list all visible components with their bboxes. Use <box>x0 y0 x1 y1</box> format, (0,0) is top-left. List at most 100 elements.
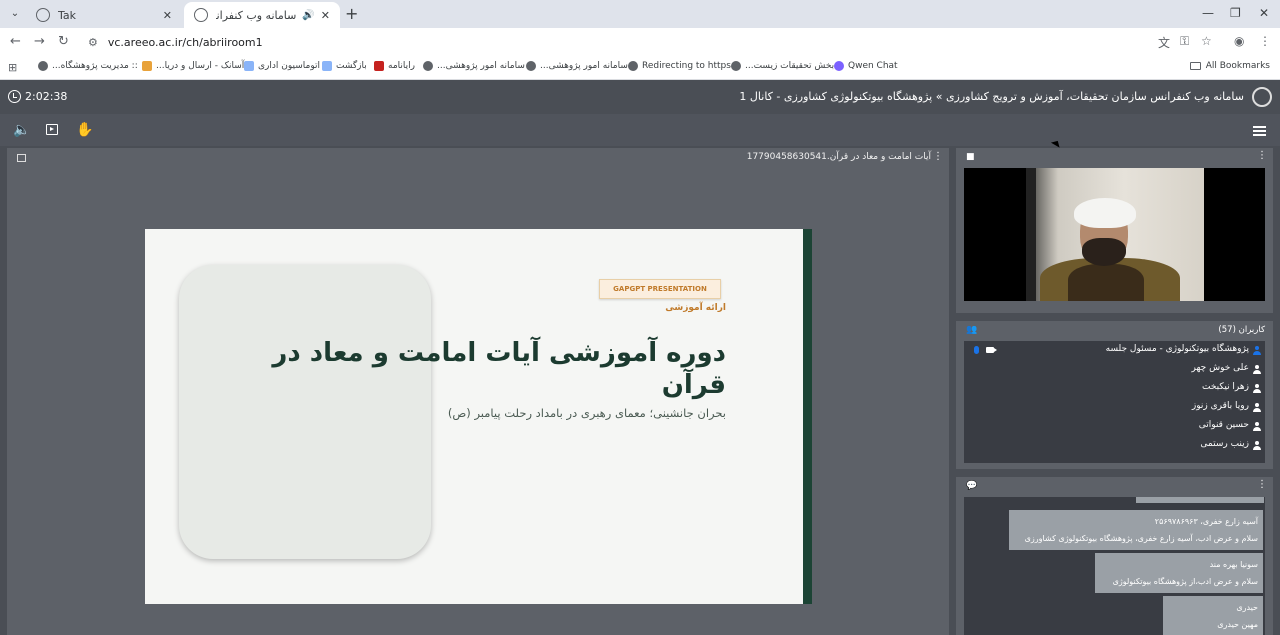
bookmark-star-icon[interactable]: ☆ <box>1201 34 1212 48</box>
forward-icon[interactable]: → <box>34 34 45 49</box>
bookmark-item[interactable]: اتوماسیون اداری <box>244 61 320 71</box>
presenter-user-icon <box>1253 346 1261 355</box>
user-item[interactable]: علی خوش چهر <box>964 360 1265 379</box>
user-icon <box>1253 384 1261 393</box>
password-key-icon[interactable]: ⚿ <box>1180 34 1189 49</box>
users-panel: 👥 کاربران (57) پژوهشگاه بیوتکنولوژی - مس… <box>956 321 1273 469</box>
chat-message: آسیه زارع خفری، ۲۵۶۹۷۸۶۹۶۳ سلام و عرض اد… <box>1009 510 1263 550</box>
user-icon <box>1253 365 1261 374</box>
user-item[interactable]: زهرا نیکبخت <box>964 379 1265 398</box>
reload-icon[interactable]: ↻ <box>58 34 69 49</box>
presenter-video[interactable] <box>964 168 1265 301</box>
new-tab-button[interactable]: + <box>345 4 358 23</box>
globe-icon <box>423 61 433 71</box>
user-name: پژوهشگاه بیوتکنولوژی - مسئول جلسه <box>1105 344 1249 354</box>
user-icon <box>1253 403 1261 412</box>
user-name: زهرا نیکبخت <box>1202 382 1249 392</box>
address-bar[interactable]: ⚙ vc.areeo.ac.ir/ch/abriiroom1 <box>80 31 1220 53</box>
panel-options-icon[interactable]: ⋮ <box>933 151 943 162</box>
microphone-icon[interactable] <box>974 346 979 354</box>
back-icon[interactable]: ← <box>10 34 21 49</box>
bookmark-item[interactable]: Redirecting to https... <box>628 61 740 71</box>
globe-icon <box>38 61 48 71</box>
menu-icon[interactable] <box>1253 126 1266 138</box>
audio-speaker-icon[interactable]: 🔈 <box>13 122 30 138</box>
bookmark-item[interactable]: آسانک - ارسال و دریا... <box>142 61 244 71</box>
translate-icon[interactable]: 文 <box>1158 34 1170 51</box>
bookmark-favicon-icon <box>374 61 384 71</box>
user-item[interactable]: زینب رستمی <box>964 436 1265 455</box>
bookmark-favicon-icon <box>322 61 332 71</box>
presentation-panel: آیات امامت و معاد در قرآن.17790458630541… <box>7 148 949 635</box>
folder-icon <box>1189 62 1201 70</box>
close-window-icon[interactable]: ✕ <box>1259 6 1269 20</box>
conference-header: 2:02:38 سامانه وب کنفرانس سازمان تحقیقات… <box>0 80 1280 114</box>
slide-accent-bar <box>803 229 812 604</box>
chat-sender: حیدری <box>1236 603 1258 612</box>
slide-image-card <box>179 265 431 559</box>
bookmark-favicon-icon <box>244 61 254 71</box>
tab-search-icon[interactable]: ⌄ <box>6 5 24 23</box>
conference-toolbar: 🔈 ✋ <box>0 114 1280 146</box>
more-menu-icon[interactable]: ⋮ <box>1259 34 1271 48</box>
camera-icon[interactable] <box>986 347 997 353</box>
chat-messages[interactable]: آسیه زارع خفری، ۲۵۶۹۷۸۶۹۶۳ سلام و عرض اد… <box>964 497 1265 635</box>
chat-message: سونیا بهره مند سلام و عرض ادب،از پژوهشگا… <box>1095 553 1263 593</box>
raise-hand-icon[interactable]: ✋ <box>76 122 93 138</box>
timer-text: 2:02:38 <box>25 90 68 103</box>
tab-title: Tak <box>58 8 77 22</box>
browser-tabstrip: ⌄ Tak ✕ سامانه وب کنفرانس سازمان 🔊 ✕ + —… <box>0 0 1280 28</box>
bookmark-item[interactable]: سامانه امور پژوهشی... <box>526 61 628 71</box>
slide-badge: GAPGPT PRESENTATION <box>599 279 721 299</box>
user-item[interactable]: رویا باقری زنوز <box>964 398 1265 417</box>
panel-options-icon[interactable]: ⋮ <box>1257 479 1267 490</box>
qwen-icon <box>834 61 844 71</box>
close-tab-icon[interactable]: ✕ <box>163 9 172 22</box>
all-bookmarks-button[interactable]: All Bookmarks <box>1189 61 1270 71</box>
organization-logo-icon <box>1252 87 1272 107</box>
restore-icon[interactable]: ❐ <box>1230 6 1241 20</box>
minimize-icon[interactable]: — <box>1202 6 1214 20</box>
tab-tak[interactable]: Tak ✕ <box>26 2 182 28</box>
presentation-file-name: آیات امامت و معاد در قرآن.17790458630541 <box>746 152 931 162</box>
clock-icon <box>8 90 21 103</box>
speaker-icon[interactable]: 🔊 <box>302 10 314 21</box>
chat-message-partial <box>1136 497 1264 503</box>
browser-toolbar: ← → ↻ ⚙ vc.areeo.ac.ir/ch/abriiroom1 文 ⚿… <box>0 28 1280 56</box>
presentation-slide: GAPGPT PRESENTATION ارائه آموزشی دوره آم… <box>145 229 812 604</box>
session-timer: 2:02:38 <box>8 90 67 103</box>
chat-sender: سونیا بهره مند <box>1209 560 1258 569</box>
chat-sender: آسیه زارع خفری، ۲۵۶۹۷۸۶۹۶۳ <box>1154 517 1258 526</box>
user-item[interactable]: پژوهشگاه بیوتکنولوژی - مسئول جلسه <box>964 341 1265 360</box>
minimize-panel-icon[interactable] <box>17 154 26 162</box>
chat-panel: 💬 ⋮ آسیه زارع خفری، ۲۵۶۹۷۸۶۹۶۳ سلام و عر… <box>956 477 1273 635</box>
user-name: رویا باقری زنوز <box>1191 401 1249 411</box>
slide-title: دوره آموزشی آیات امامت و معاد در قرآن <box>272 338 726 400</box>
site-info-icon[interactable]: ⚙ <box>88 36 98 49</box>
user-icon <box>1253 422 1261 431</box>
chat-icon: 💬 <box>966 481 978 491</box>
user-item[interactable]: حسین قنواتی <box>964 417 1265 436</box>
apps-grid-icon[interactable]: ⊞ <box>8 61 17 74</box>
bookmark-item[interactable]: بخش تحقیقات زیست... <box>731 61 834 71</box>
slide-subtitle: بحران جانشینی؛ معمای رهبری در بامداد رحل… <box>447 406 726 420</box>
bookmark-item[interactable]: بازگشت <box>322 61 367 71</box>
bookmarks-bar: ⊞ :: مدیریت پژوهشگاه... آسانک - ارسال و … <box>0 56 1280 80</box>
users-list[interactable]: پژوهشگاه بیوتکنولوژی - مسئول جلسه علی خو… <box>964 341 1265 463</box>
bookmark-item[interactable]: :: مدیریت پژوهشگاه... <box>38 61 138 71</box>
globe-icon <box>731 61 741 71</box>
chat-text: سلام و عرض ادب، آسیه زارع خفری، پژوهشگاه… <box>1024 534 1258 543</box>
close-tab-icon[interactable]: ✕ <box>321 9 330 22</box>
bookmark-favicon-icon <box>142 61 152 71</box>
globe-icon <box>628 61 638 71</box>
panel-header: 💬 ⋮ <box>956 477 1273 495</box>
user-name: زینب رستمی <box>1200 439 1249 449</box>
bookmark-item[interactable]: Qwen Chat <box>834 61 898 71</box>
panel-options-icon[interactable]: ⋮ <box>1257 150 1267 161</box>
chat-text: سلام و عرض ادب،از پژوهشگاه بیوتکنولوژی <box>1112 577 1258 586</box>
tab-conference[interactable]: سامانه وب کنفرانس سازمان 🔊 ✕ <box>184 2 340 28</box>
bookmark-item[interactable]: سامانه امور پژوهشی... <box>423 61 525 71</box>
profile-icon[interactable]: ◉ <box>1234 34 1244 48</box>
bookmark-item[interactable]: رایانامه <box>374 61 415 71</box>
share-screen-icon[interactable] <box>46 124 58 135</box>
